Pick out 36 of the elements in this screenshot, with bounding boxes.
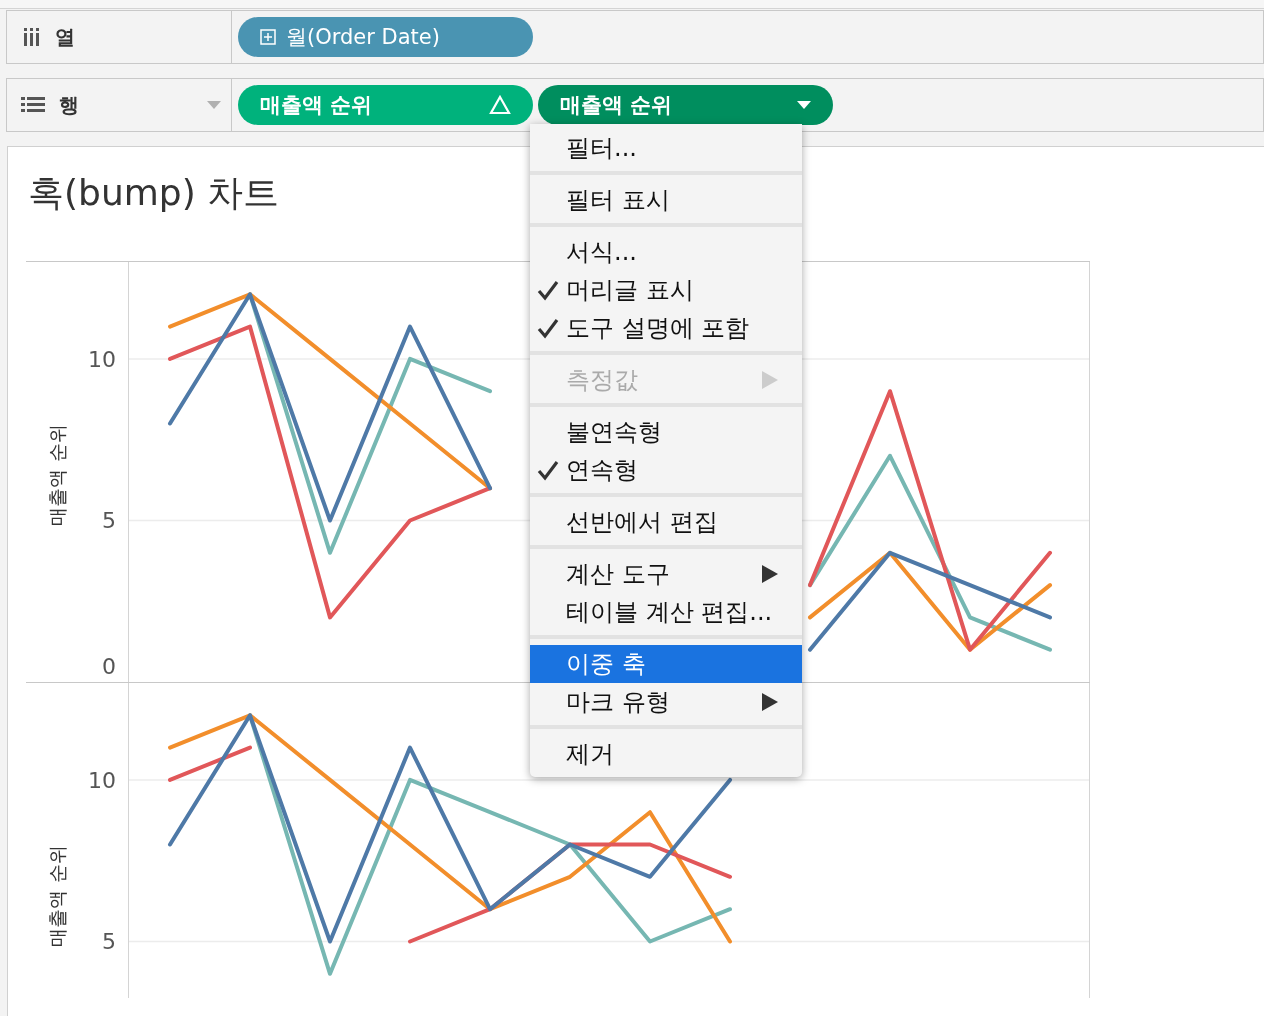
rows-icon: [21, 96, 45, 114]
delta-icon: [489, 95, 511, 115]
menu-item[interactable]: 테이블 계산 편집...: [530, 593, 802, 631]
tick-label: 10: [88, 767, 116, 793]
axis-title: 매출액 순위: [45, 424, 69, 526]
menu-item[interactable]: 이중 축: [530, 645, 802, 683]
menu-item[interactable]: 마크 유형: [530, 683, 802, 721]
menu-item[interactable]: 불연속형: [530, 413, 802, 451]
tick-label: 0: [102, 654, 116, 679]
axis-title: 매출액 순위: [45, 845, 69, 947]
submenu-arrow-icon: [762, 371, 778, 389]
check-icon: [537, 279, 559, 301]
tick-label: 5: [102, 508, 116, 534]
tick-label: 5: [102, 929, 116, 955]
check-icon: [537, 317, 559, 339]
submenu-arrow-icon: [762, 565, 778, 583]
menu-item[interactable]: 제거: [530, 735, 802, 773]
shelf-label: 열: [55, 23, 75, 51]
submenu-arrow-icon: [762, 693, 778, 711]
field-pill[interactable]: 매출액 순위: [538, 85, 833, 125]
dropdown-caret-icon[interactable]: [207, 101, 221, 109]
tick-label: 10: [88, 346, 116, 372]
menu-item[interactable]: 머리글 표시: [530, 271, 802, 309]
plus-box-icon: [260, 29, 276, 45]
menu-item[interactable]: 필터...: [530, 129, 802, 167]
menu-item[interactable]: 연속형: [530, 451, 802, 489]
columns-icon: [21, 27, 41, 47]
menu-item[interactable]: 필터 표시: [530, 181, 802, 219]
menu-item[interactable]: 선반에서 편집: [530, 503, 802, 541]
menu-item[interactable]: 서식...: [530, 233, 802, 271]
shelf-label: 행: [59, 91, 79, 119]
caret-icon: [797, 101, 811, 109]
check-icon: [537, 459, 559, 481]
chart-title: 혹(bump) 차트: [28, 171, 280, 215]
menu-item[interactable]: 계산 도구: [530, 555, 802, 593]
menu-item[interactable]: 도구 설명에 포함: [530, 309, 802, 347]
